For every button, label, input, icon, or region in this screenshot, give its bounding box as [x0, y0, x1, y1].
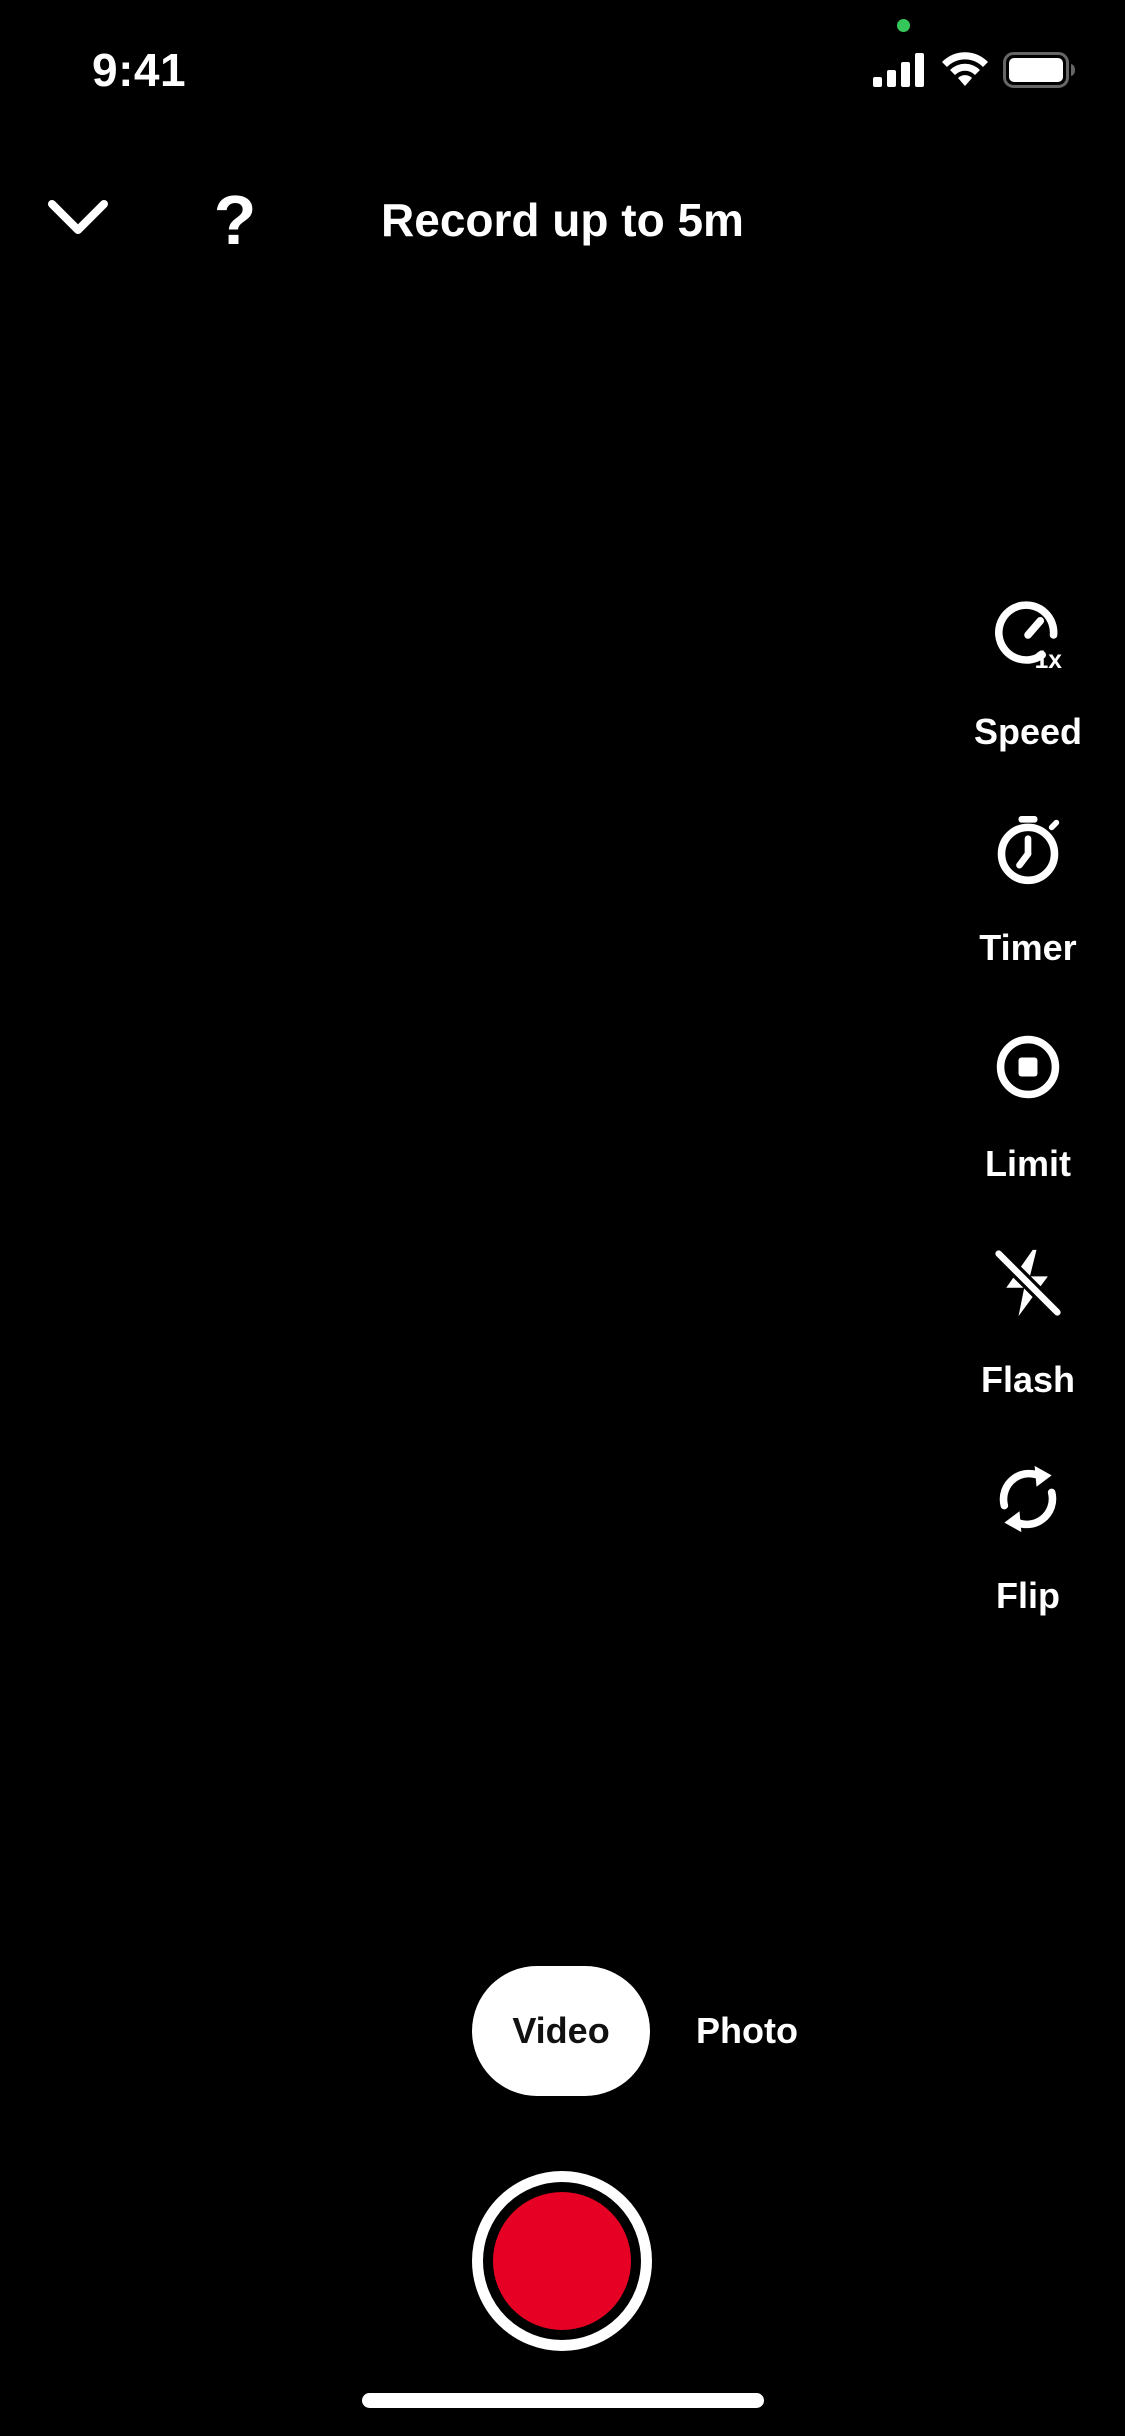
flip-tool-button[interactable]: Flip: [955, 1464, 1101, 1644]
chevron-down-icon: [46, 198, 110, 243]
limit-icon: [993, 1032, 1063, 1102]
speed-icon: 1x: [993, 600, 1063, 672]
photo-mode-button[interactable]: Photo: [650, 1966, 798, 2096]
video-mode-button[interactable]: Video: [472, 1966, 650, 2096]
limit-tool-button[interactable]: Limit: [955, 1032, 1101, 1212]
timer-icon: [993, 816, 1063, 886]
flash-off-icon: [993, 1247, 1063, 1319]
timer-tool-button[interactable]: Timer: [955, 816, 1101, 996]
limit-label: Limit: [985, 1143, 1071, 1184]
timer-label: Timer: [979, 927, 1077, 968]
collapse-button[interactable]: [38, 185, 118, 255]
record-button[interactable]: [472, 2171, 652, 2351]
flash-tool-button[interactable]: Flash: [955, 1247, 1101, 1428]
speed-badge: 1x: [1035, 647, 1063, 672]
help-button[interactable]: ?: [195, 175, 275, 265]
cellular-signal-icon: [873, 53, 927, 87]
home-indicator[interactable]: [362, 2393, 764, 2408]
camera-screen: 9:41 ? Record up to 5m 1x Speed Timer Li…: [0, 0, 1125, 2436]
capture-mode-toggle: Video Photo: [472, 1966, 798, 2096]
record-button-fill: [493, 2192, 631, 2330]
flip-camera-icon: [993, 1464, 1063, 1534]
status-icons: [873, 50, 1075, 90]
wifi-icon: [941, 52, 989, 88]
status-time: 9:41: [92, 44, 187, 96]
flip-label: Flip: [996, 1575, 1060, 1616]
record-limit-title: Record up to 5m: [381, 194, 744, 246]
battery-icon: [1003, 52, 1075, 88]
speed-label: Speed: [973, 711, 1083, 752]
top-bar: ? Record up to 5m: [0, 175, 1125, 265]
speed-tool-button[interactable]: 1x Speed: [955, 600, 1101, 780]
flash-label: Flash: [980, 1359, 1076, 1400]
privacy-indicator-dot: [897, 19, 910, 32]
